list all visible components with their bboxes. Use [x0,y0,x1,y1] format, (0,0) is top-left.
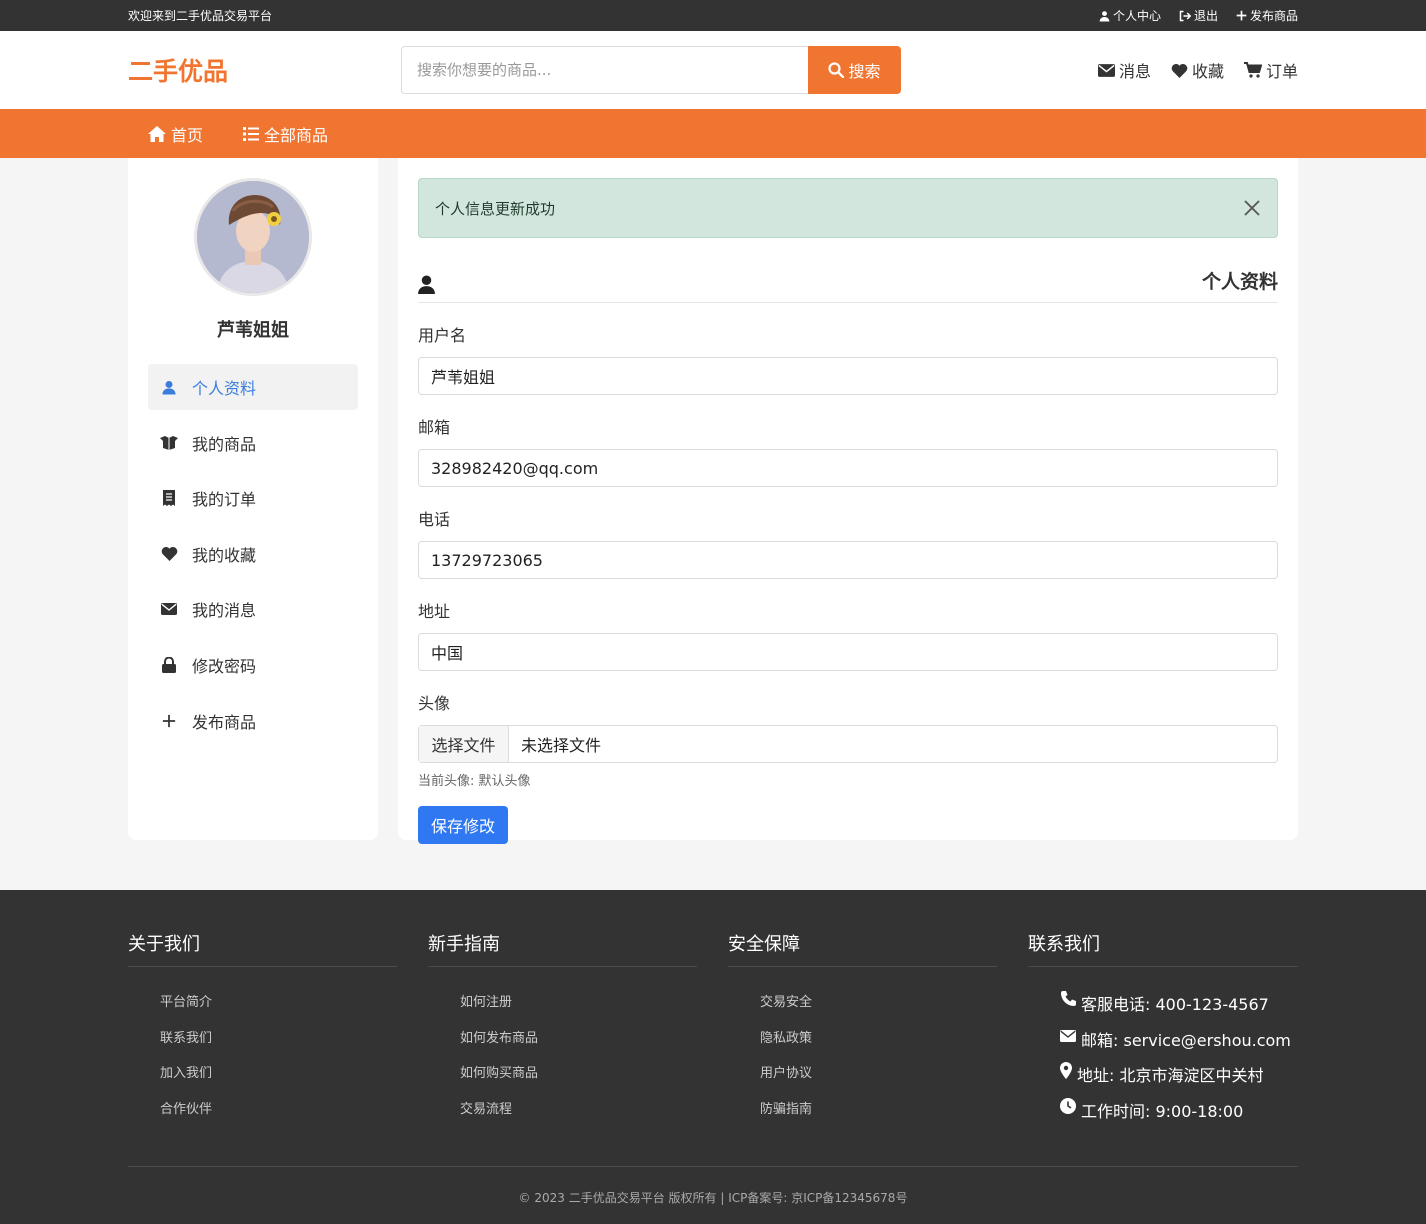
heart-icon [160,546,178,562]
sidebar-item-my-orders[interactable]: 我的订单 [148,475,358,521]
avatar-label: 头像 [418,694,451,713]
main-content: 芦苇姐姐 个人资料 我的商品 我的订单 我的收藏 我的消息 修改密码 发布商品 [128,158,1298,890]
footer-col-title: 关于我们 [128,930,397,967]
contact-hours: 工作时间: 9:00-18:00 [1060,1097,1298,1134]
envelope-icon [1060,1027,1076,1042]
contact-email: 邮箱: service@ershou.com [1060,1027,1298,1063]
flower-icon [267,212,281,226]
sign-out-icon [1179,10,1191,22]
footer-col-guide: 新手指南 如何注册 如何发布商品 如何购买商品 交易流程 [428,930,697,1133]
envelope-icon [1097,63,1115,77]
top-bar: 欢迎来到二手优品交易平台 个人中心 退出 发布商品 [0,0,1426,31]
sidebar-username: 芦苇姐姐 [217,320,289,341]
footer-link[interactable]: 联系我们 [160,1027,397,1063]
search-button[interactable]: 搜索 [808,46,901,94]
map-marker-icon [1060,1062,1072,1080]
topbar-profile-link[interactable]: 个人中心 [1099,7,1161,24]
sidebar-item-my-products[interactable]: 我的商品 [148,420,358,466]
email-label: 邮箱 [418,418,451,437]
clock-icon [1060,1097,1076,1114]
avatar-hint: 当前头像: 默认头像 [418,774,531,789]
address-field[interactable]: 中国 [418,633,1278,671]
profile-panel: 个人信息更新成功 个人资料 用户名 芦苇姐姐 邮箱 328982420@qq.c… [398,158,1298,844]
user-icon [418,275,435,294]
success-alert: 个人信息更新成功 [418,178,1278,238]
sidebar-item-publish[interactable]: 发布商品 [148,698,358,744]
receipt-icon [160,490,178,507]
footer-col-contact: 联系我们 客服电话: 400-123-4567 邮箱: service@ersh… [1028,930,1298,1133]
footer-link[interactable]: 如何注册 [460,991,697,1027]
footer-link[interactable]: 合作伙伴 [160,1098,397,1134]
header-messages-link[interactable]: 消息 [1097,58,1151,82]
avatar-file-input[interactable]: 选择文件 未选择文件 [418,725,1278,763]
footer-col-title: 安全保障 [728,930,997,967]
footer: 关于我们 平台简介 联系我们 加入我们 合作伙伴 新手指南 如何注册 如何发布商… [0,890,1426,1224]
footer-link[interactable]: 加入我们 [160,1062,397,1098]
user-icon [1099,10,1110,22]
avatar [194,178,312,296]
close-icon[interactable] [1243,199,1261,217]
sidebar: 芦苇姐姐 个人资料 我的商品 我的订单 我的收藏 我的消息 修改密码 发布商品 [128,158,378,840]
envelope-icon [160,603,178,616]
sidebar-item-change-password[interactable]: 修改密码 [148,642,358,688]
phone-field[interactable]: 13729723065 [418,541,1278,579]
address-label: 地址 [418,602,451,621]
sidebar-item-my-messages[interactable]: 我的消息 [148,586,358,632]
plus-icon [160,714,178,728]
username-field[interactable]: 芦苇姐姐 [418,357,1278,395]
save-button[interactable]: 保存修改 [418,806,508,844]
choose-file-button[interactable]: 选择文件 [419,726,509,762]
footer-link[interactable]: 交易安全 [760,991,997,1027]
username-label: 用户名 [418,326,467,345]
heart-icon [1171,63,1188,78]
phone-label: 电话 [418,510,451,529]
search-bar: 搜索 [401,46,901,94]
cart-icon [1243,62,1262,78]
footer-col-title: 联系我们 [1028,930,1298,967]
alert-message: 个人信息更新成功 [435,199,556,218]
footer-col-security: 安全保障 交易安全 隐私政策 用户协议 防骗指南 [728,930,997,1133]
sidebar-item-profile[interactable]: 个人资料 [148,364,358,410]
sidebar-item-my-favorites[interactable]: 我的收藏 [148,531,358,577]
lock-icon [160,656,178,673]
footer-link[interactable]: 如何购买商品 [460,1062,697,1098]
profile-section-header: 个人资料 [418,238,1278,303]
main-nav: 首页 全部商品 [0,109,1426,158]
footer-col-about: 关于我们 平台简介 联系我们 加入我们 合作伙伴 [128,930,397,1133]
footer-link[interactable]: 用户协议 [760,1062,997,1098]
box-icon [160,435,178,450]
footer-link[interactable]: 如何发布商品 [460,1027,697,1063]
footer-col-title: 新手指南 [428,930,697,967]
topbar-logout-link[interactable]: 退出 [1179,7,1218,24]
home-icon [148,125,166,142]
header-orders-link[interactable]: 订单 [1243,58,1298,82]
search-input[interactable] [401,46,808,94]
copyright: © 2023 二手优品交易平台 版权所有 | ICP备案号: 京ICP备1234… [128,1166,1298,1206]
site-logo[interactable]: 二手优品 [128,52,228,88]
welcome-text: 欢迎来到二手优品交易平台 [128,9,273,23]
search-icon [828,62,845,78]
header: 二手优品 搜索 消息 收藏 订单 [0,31,1426,109]
nav-home[interactable]: 首页 [148,122,203,146]
file-status: 未选择文件 [521,736,602,755]
profile-title: 个人资料 [1201,271,1278,293]
footer-link[interactable]: 交易流程 [460,1098,697,1134]
email-field[interactable]: 328982420@qq.com [418,449,1278,487]
footer-link[interactable]: 隐私政策 [760,1027,997,1063]
header-favorites-link[interactable]: 收藏 [1171,58,1224,82]
contact-address: 地址: 北京市海淀区中关村 [1060,1062,1298,1098]
user-icon [160,380,178,395]
phone-icon [1060,991,1076,1007]
footer-link[interactable]: 平台简介 [160,991,397,1027]
topbar-publish-link[interactable]: 发布商品 [1236,7,1298,24]
plus-icon [1236,10,1247,21]
list-icon [243,126,260,141]
footer-link[interactable]: 防骗指南 [760,1098,997,1134]
nav-all-products[interactable]: 全部商品 [243,122,328,146]
contact-phone: 客服电话: 400-123-4567 [1060,991,1298,1027]
